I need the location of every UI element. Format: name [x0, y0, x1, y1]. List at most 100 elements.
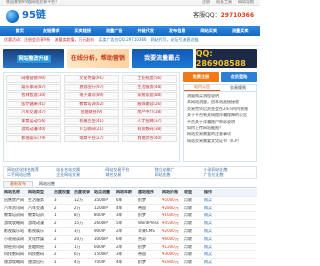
table-row[interactable]: 汽车资讯网 汽车交通 2 2万 1200IP 4年 帝国 ¥2800元 月收 购买	[3, 205, 257, 213]
table-cell[interactable]: 游戏攻略网	[3, 221, 27, 226]
table-row[interactable]: 教育培训网 教育培训 1 8万 800IP 3年 织梦 ¥1600元 月收 购买	[3, 212, 257, 221]
price-cell: ¥1600元	[162, 213, 179, 218]
table-cell: 3	[54, 197, 57, 202]
top-link-navigation[interactable]: 网站导航	[238, 0, 254, 5]
nav-home[interactable]: 首页	[4, 28, 36, 33]
category-item[interactable]: 科技数码(38)	[122, 126, 177, 134]
notice-item[interactable]: 优惠活动：注册会员享9折	[4, 37, 51, 43]
category-item[interactable]: 其他综合(40)	[122, 134, 177, 142]
notice-item[interactable]: 流量卖超值，万元起价	[55, 37, 95, 43]
buy-button[interactable]: 购买	[203, 206, 223, 211]
category-item[interactable]: 娱乐休闲(87)	[6, 83, 61, 91]
category-item[interactable]: 影视娱乐(79)	[6, 134, 61, 142]
notice-item[interactable]: 买卖广告位QQ:29710366	[99, 37, 147, 43]
nav-traffic-trade[interactable]: 流量买卖	[225, 28, 257, 33]
table-cell: 700IP	[94, 260, 106, 265]
table-row[interactable]: 科技数码网 科技数码 2 6万 1500IP 3年 帝国 ¥3000元 月收 购买	[3, 251, 257, 260]
table-row[interactable]: 旅游攻略网 旅游出行 1 4万 700IP 4年 织梦 ¥1800元 月收 购买	[3, 259, 257, 266]
announcement-item[interactable]: 网站交易需要文凭证书（ICP）	[187, 139, 253, 145]
category-item[interactable]: 教育培训(62)	[64, 100, 119, 108]
nav-traffic-ads[interactable]: 流量广告	[99, 28, 131, 33]
nav-buy-sell-links[interactable]: 买卖链接	[67, 28, 99, 33]
table-cell[interactable]: 科技数码网	[3, 252, 27, 257]
quick-link[interactable]: 域名交易	[105, 172, 154, 178]
table-cell[interactable]: 影视娱乐站	[3, 229, 27, 234]
category-item[interactable]: 家装家居(88)	[122, 92, 177, 100]
free-register-button[interactable]: 免费注册	[183, 72, 219, 82]
notice-bar: 优惠活动：注册会员享9折 流量卖超值，万元起价 买卖广告位QQ:29710366…	[0, 36, 260, 46]
category-item[interactable]: 体育运动(56)	[6, 117, 61, 125]
qq-number[interactable]: 29710366	[221, 12, 254, 19]
notice-item[interactable]: 网站代写，论坛引流直达链	[151, 37, 199, 43]
banner-marketing[interactable]: 在线分析，帮助营销	[67, 49, 129, 68]
table-row[interactable]: 出售房产网 生活服务 3 12万 3500IP 6年 织梦 ¥5000元 月收 购买	[3, 197, 257, 205]
table-cell: 教育培训	[28, 213, 44, 218]
quick-link[interactable]: 网站出售	[155, 172, 204, 178]
buy-button[interactable]: 购买	[203, 252, 223, 257]
nav-site-trade[interactable]: 网站买卖	[193, 28, 225, 33]
banner-qq[interactable]: QQ: 286908588	[195, 49, 257, 68]
nav-outlink-posting[interactable]: 外链代发	[130, 28, 162, 33]
buy-button[interactable]: 购买	[203, 198, 223, 203]
table-row[interactable]: 小说阅读网 文化传媒 2 20万 3000IP 6年 杰奇 ¥6000元 月收 购买	[3, 236, 257, 244]
buy-button[interactable]: 购买	[203, 245, 223, 250]
category-item[interactable]: 生活服务(48)	[122, 83, 177, 91]
tab-latest[interactable]: 最新发布	[3, 181, 33, 187]
category-item[interactable]: 电商平台(27)	[64, 134, 119, 142]
main-nav: 首页 友链需求 买卖链接 流量广告 外链代发 发布信息 网站买卖 流量买卖	[0, 26, 260, 36]
quick-link[interactable]: 广告位出售	[204, 172, 253, 178]
table-cell: 4年	[116, 205, 123, 210]
category-item[interactable]: IT互联网(21)	[64, 126, 119, 134]
table-row[interactable]: 游戏攻略网 游戏动漫 2 15万 2600IP 5年 WordPress ¥4500元 月收 购买	[3, 220, 257, 228]
category-item[interactable]: 网络营销(90)	[6, 75, 61, 83]
top-link-tools[interactable]: 站长工具	[216, 0, 232, 5]
banner-site-upgrade[interactable]: 网站整改升级	[3, 49, 65, 68]
table-cell: WordPress	[138, 221, 159, 226]
quick-link[interactable]: 二手网站出售	[7, 172, 56, 178]
tab-site-news[interactable]: 站内公告	[184, 84, 220, 91]
table-row[interactable]: 财经资讯网 金融财经 1 1万 600IP 2年 织梦 ¥1200元 月收 购买	[3, 244, 257, 252]
category-item[interactable]: 金融财经(9)	[64, 109, 119, 117]
table-row[interactable]: 影视娱乐站 影视娱乐 1 3万 900IP 2年 苹果CMS ¥2000元 月收 购买	[3, 228, 257, 236]
category-item[interactable]: 工业制造(56)	[122, 75, 177, 83]
table-cell[interactable]: 汽车资讯网	[3, 206, 27, 211]
tab-trade-rules[interactable]: 交易规则	[220, 85, 256, 91]
quick-links-strip: 网站优化排名推荐 站长名站交换 网站交易平台 独立站推广 小说网站出售 二手网站…	[3, 166, 257, 179]
category-item[interactable]: 人才招聘(37)	[122, 117, 177, 125]
nav-publish[interactable]: 发布信息	[162, 28, 194, 33]
buy-button[interactable]: 购买	[203, 237, 223, 242]
category-item[interactable]: 电子通讯(89)	[64, 92, 119, 100]
column-header: 百度收录	[74, 190, 90, 194]
buy-button[interactable]: 购买	[203, 213, 223, 218]
table-cell: 帝国	[138, 205, 146, 210]
category-item[interactable]: 旅游出行(97)	[64, 83, 119, 91]
category-item[interactable]: 机械五金(41)	[64, 117, 119, 125]
table-cell: 1500IP	[94, 252, 108, 257]
buy-button[interactable]: 购买	[203, 229, 223, 234]
banner-text: 在线分析，帮助营销	[70, 54, 125, 62]
site-logo[interactable]: 95链	[6, 9, 46, 23]
buy-button[interactable]: 购买	[203, 260, 223, 265]
table-cell[interactable]: 教育培训网	[3, 213, 27, 218]
table-cell: 800IP	[94, 213, 106, 218]
table-cell[interactable]: 出售房产网	[3, 198, 27, 203]
table-cell[interactable]: 旅游攻略网	[3, 260, 27, 265]
nav-link-demand[interactable]: 友链需求	[36, 28, 68, 33]
table-cell: 1万	[74, 244, 81, 249]
top-link-register[interactable]: 注册	[202, 0, 210, 5]
category-item[interactable]: 医疗健康(41)	[6, 100, 61, 108]
table-cell: 织梦	[138, 213, 146, 218]
table-cell[interactable]: 小说阅读网	[3, 237, 27, 242]
category-item[interactable]: 文化传媒(91)	[64, 75, 119, 83]
tab-site-for-sale[interactable]: 网站出售	[33, 181, 61, 187]
category-item[interactable]: 房产中介(38)	[122, 109, 177, 117]
table-cell[interactable]: 财经资讯网	[3, 245, 27, 250]
category-item[interactable]: 汽车交通(47)	[6, 109, 61, 117]
banner-traffic[interactable]: 我要流量霸占	[131, 49, 193, 68]
quick-link[interactable]: 企业网站交易	[56, 172, 105, 178]
buy-button[interactable]: 购买	[203, 221, 223, 226]
member-login-button[interactable]: 会员登陆	[221, 72, 257, 82]
category-item[interactable]: 农林牧渔(30)	[6, 92, 61, 100]
category-item[interactable]: 游戏动漫(40)	[6, 126, 61, 134]
category-item[interactable]: 服饰美容(26)	[122, 100, 177, 108]
